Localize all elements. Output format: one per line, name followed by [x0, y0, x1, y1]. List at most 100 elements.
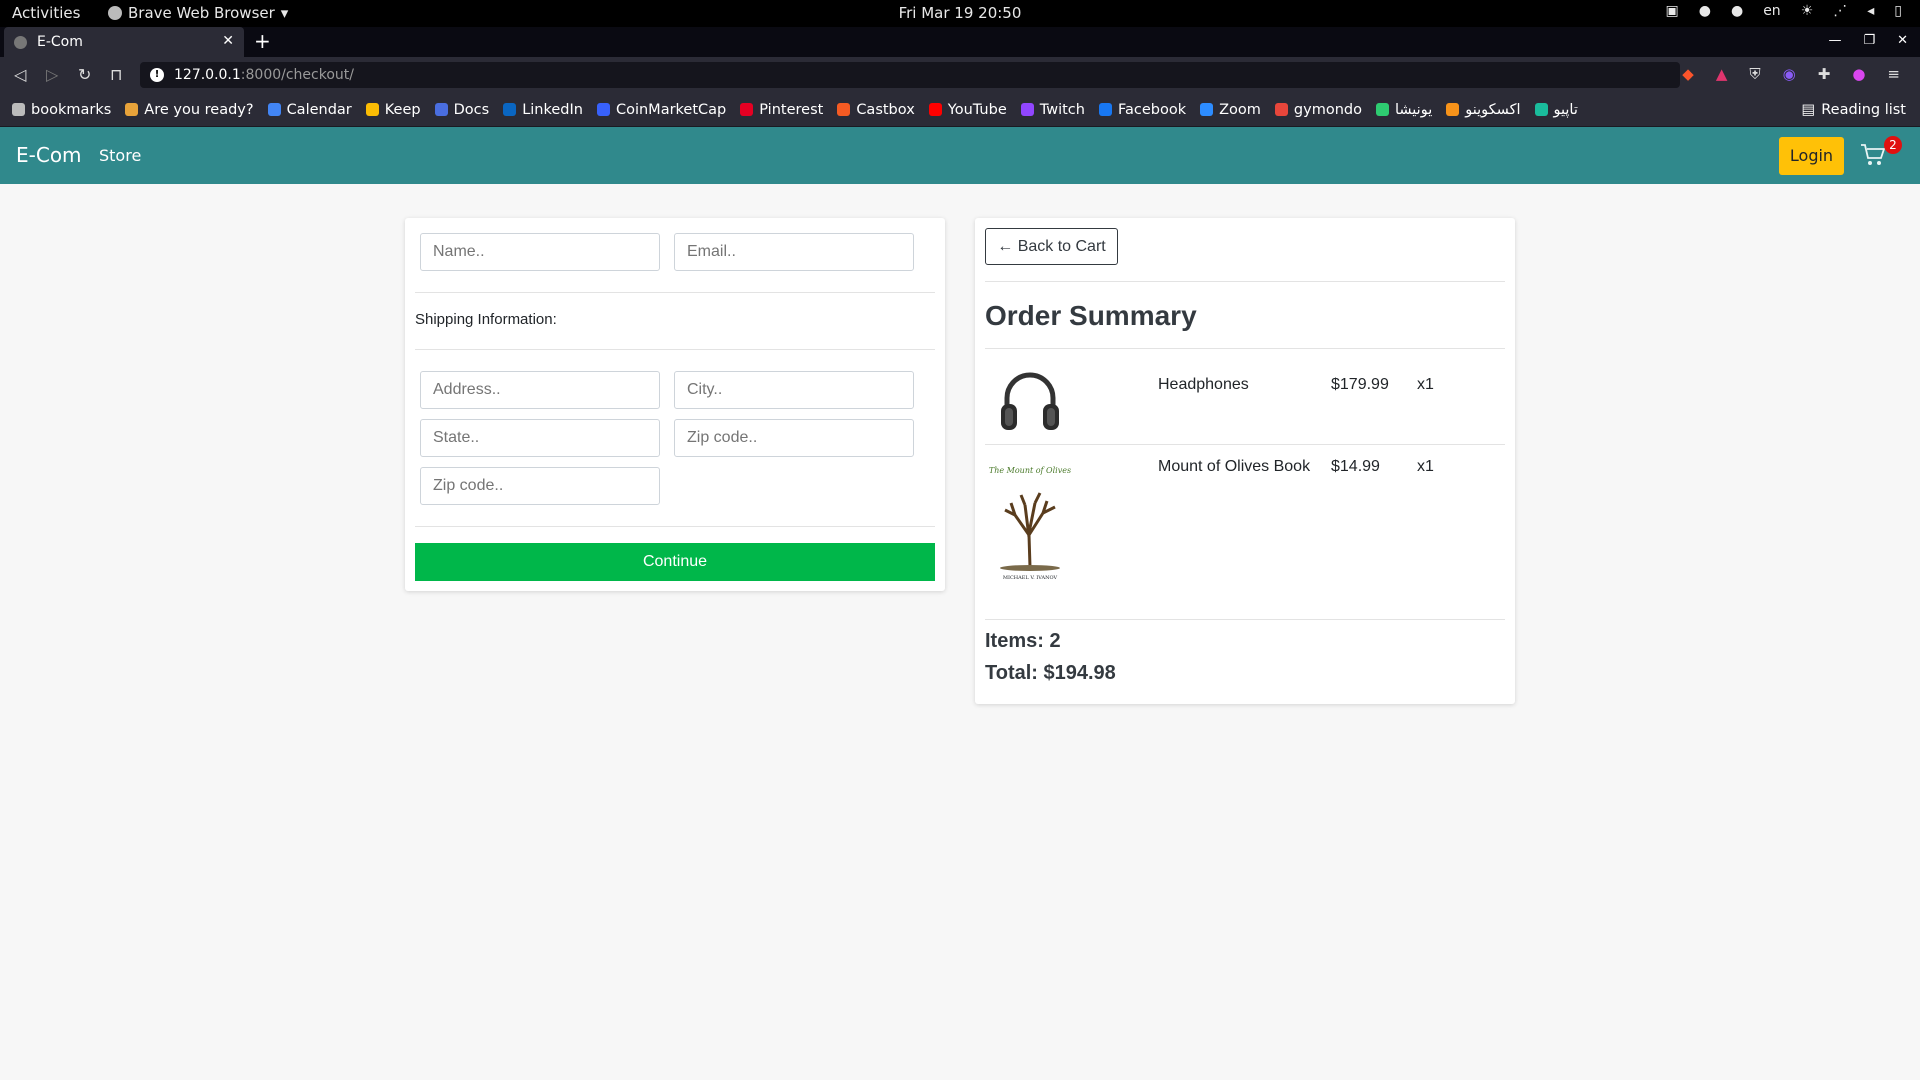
favicon-icon	[1534, 103, 1548, 116]
favicon-icon	[267, 103, 281, 116]
window-controls: — ❐ ✕	[1828, 33, 1908, 48]
os-top-bar: Activities Brave Web Browser ▾ Fri Mar 1…	[0, 0, 1920, 27]
bookmark-label: YouTube	[947, 101, 1007, 118]
brightness-icon: ☀	[1800, 3, 1814, 19]
bookmark-item[interactable]: Zoom	[1200, 102, 1261, 118]
language-selector[interactable]: en	[1763, 3, 1781, 19]
bookmark-item[interactable]: Calendar	[267, 102, 352, 118]
bookmark-label: Facebook	[1117, 101, 1187, 118]
order-summary: ← Back to Cart Order Summary Headphones …	[975, 218, 1515, 704]
browser-tab[interactable]: E-Com ✕	[4, 27, 244, 57]
app-name: Brave Web Browser	[128, 4, 275, 22]
bookmark-label: CoinMarketCap	[615, 101, 727, 118]
menu-icon[interactable]: ≡	[1887, 65, 1900, 83]
item-price: $179.99	[1331, 376, 1389, 393]
bookmark-item[interactable]: Docs	[434, 102, 489, 118]
bookmark-item[interactable]: Pinterest	[740, 102, 823, 118]
app-indicator-icon: ●	[1730, 3, 1744, 19]
cart-icon[interactable]	[1860, 143, 1886, 167]
reading-list-button[interactable]: ▤ Reading list	[1802, 93, 1906, 127]
bookmark-item[interactable]: Twitch	[1020, 101, 1085, 118]
order-total: Total: $194.98	[985, 662, 1116, 684]
bookmarks-bar: bookmarks Are you ready? Calendar Keep Docs L…	[0, 93, 1920, 127]
login-button[interactable]: Login	[1779, 137, 1844, 175]
bookmark-item[interactable]: gymondo	[1274, 101, 1362, 118]
bookmark-item[interactable]: Are you ready?	[125, 101, 254, 118]
profile-avatar-icon[interactable]: ●	[1852, 65, 1865, 83]
site-brand[interactable]: E-Com	[16, 143, 82, 167]
favicon-icon	[1098, 103, 1112, 116]
state-input[interactable]	[420, 419, 660, 457]
address-input[interactable]	[420, 371, 660, 409]
divider	[985, 619, 1505, 620]
divider	[415, 349, 935, 350]
bookmark-label: Keep	[384, 101, 421, 118]
close-window-icon[interactable]: ✕	[1897, 33, 1908, 48]
reading-list-icon: ▤	[1801, 102, 1816, 118]
forward-icon[interactable]: ▷	[46, 65, 58, 84]
favicon-icon	[928, 103, 942, 116]
city-input[interactable]	[674, 371, 914, 409]
divider	[985, 348, 1505, 349]
reload-icon[interactable]: ↻	[78, 65, 91, 84]
bookmark-label: gymondo	[1293, 101, 1362, 118]
brave-icon	[108, 6, 122, 20]
brave-shields-icon[interactable]: ◆	[1682, 65, 1694, 83]
bookmark-label: اکسکوینو	[1465, 101, 1521, 118]
app-menu[interactable]: Brave Web Browser ▾	[108, 4, 288, 22]
email-input[interactable]	[674, 233, 914, 271]
network-icon: ⋰	[1833, 3, 1848, 19]
volume-icon: ◂	[1867, 3, 1875, 19]
site-navbar: E-Com Store Login 2	[0, 127, 1920, 184]
cart-count-badge: 2	[1884, 136, 1902, 154]
shield-extension-icon[interactable]: ⛨	[1749, 65, 1760, 83]
brave-rewards-icon[interactable]: ▲	[1716, 65, 1728, 83]
activities-button[interactable]: Activities	[12, 4, 80, 22]
new-tab-button[interactable]: +	[254, 29, 271, 53]
bookmark-item[interactable]: Keep	[365, 101, 421, 118]
item-name: Headphones	[1158, 376, 1249, 393]
close-tab-icon[interactable]: ✕	[222, 33, 234, 49]
store-link[interactable]: Store	[99, 146, 141, 165]
url-bar[interactable]: ! 127.0.0.1:8000/checkout/	[140, 62, 1680, 88]
reading-list-label: Reading list	[1821, 102, 1906, 118]
bookmark-item[interactable]: YouTube	[928, 101, 1007, 118]
zipcode-input-2[interactable]	[420, 467, 660, 505]
back-to-cart-button[interactable]: ← Back to Cart	[985, 228, 1118, 265]
divider	[985, 281, 1505, 282]
bookmark-item[interactable]: یونیشا	[1375, 102, 1432, 118]
name-input[interactable]	[420, 233, 660, 271]
clock[interactable]: Fri Mar 19 20:50	[899, 4, 1022, 22]
checkout-form: Shipping Information: Continue	[405, 218, 945, 591]
bookmark-item[interactable]: Castbox	[837, 102, 915, 118]
favicon-icon	[1020, 103, 1034, 116]
bookmark-item[interactable]: تاپیو	[1534, 102, 1578, 118]
favicon-icon	[596, 103, 610, 116]
info-icon[interactable]: !	[150, 68, 164, 82]
divider	[415, 292, 935, 293]
minimize-icon[interactable]: —	[1828, 33, 1841, 48]
bookmark-item[interactable]: LinkedIn	[503, 102, 583, 118]
zipcode-input[interactable]	[674, 419, 914, 457]
bookmarks-folder[interactable]: bookmarks	[12, 102, 111, 118]
bookmark-icon[interactable]: ⊓	[110, 65, 122, 84]
favicon-icon	[1446, 103, 1460, 116]
favicon-icon	[740, 103, 754, 116]
favicon-icon	[1375, 103, 1389, 116]
bookmark-item[interactable]: اکسکوینو	[1446, 101, 1521, 118]
continue-button[interactable]: Continue	[415, 543, 935, 581]
bookmark-label: Twitch	[1039, 101, 1085, 118]
order-summary-title: Order Summary	[985, 300, 1197, 331]
back-icon[interactable]: ◁	[14, 65, 26, 84]
toolbar-icons: ◆ ▲ ⛨ ◉ ✚ ● ≡	[1682, 65, 1900, 83]
url-host: 127.0.0.1	[174, 67, 241, 83]
system-tray[interactable]: ▣ ● ● en ☀ ⋰ ◂ ▯	[1666, 3, 1902, 19]
favicon-icon	[434, 103, 448, 116]
bookmark-label: Are you ready?	[144, 101, 254, 118]
bookmark-item[interactable]: CoinMarketCap	[596, 101, 727, 118]
extensions-puzzle-icon[interactable]: ✚	[1818, 65, 1831, 83]
book-cover-image: The Mount of Olives MICHAEL V. IVANOV	[985, 458, 1085, 598]
maximize-icon[interactable]: ❐	[1863, 33, 1875, 48]
wallet-extension-icon[interactable]: ◉	[1783, 65, 1796, 83]
bookmark-item[interactable]: Facebook	[1098, 101, 1187, 118]
